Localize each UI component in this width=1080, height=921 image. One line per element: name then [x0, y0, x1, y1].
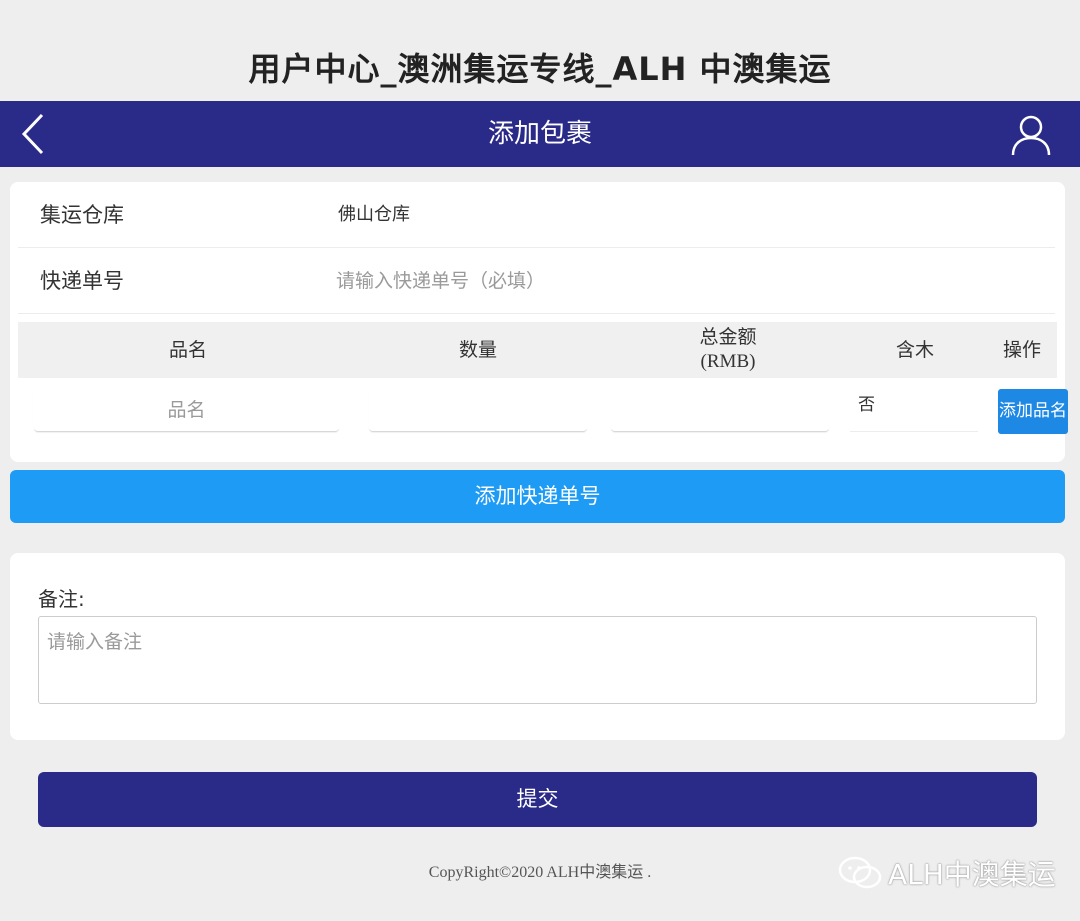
tracking-row: 快递单号	[18, 248, 1055, 314]
items-table-header: 品名 数量 总金额 (RMB) 含木 操作	[18, 322, 1057, 378]
header-quantity: 数量	[458, 338, 497, 361]
navbar: 添加包裹	[0, 101, 1080, 167]
item-total-input[interactable]	[611, 388, 829, 432]
add-tracking-button[interactable]: 添加快递单号	[10, 470, 1065, 523]
warehouse-value[interactable]: 佛山仓库	[338, 182, 410, 248]
header-total: 总金额 (RMB)	[620, 322, 836, 378]
items-table-row: 否 添加品名	[18, 382, 1068, 442]
watermark: ALH中澳集运	[838, 853, 1078, 893]
back-chevron-icon[interactable]	[18, 111, 58, 157]
package-form-card: 集运仓库 佛山仓库 快递单号 品名 数量 总金额 (RMB) 含木 操作 否 添…	[10, 182, 1068, 462]
warehouse-row: 集运仓库 佛山仓库	[18, 182, 1055, 248]
wood-select[interactable]: 否	[850, 388, 978, 432]
header-action: 操作	[1002, 338, 1041, 361]
page-title: 用户中心_澳洲集运专线_ALH 中澳集运	[248, 50, 832, 88]
add-item-button[interactable]: 添加品名	[998, 389, 1068, 434]
remark-textarea[interactable]	[38, 616, 1037, 704]
header-name: 品名	[168, 338, 207, 361]
header-total-label: 总金额	[699, 326, 757, 349]
remark-label: 备注:	[38, 587, 85, 611]
item-name-input[interactable]	[34, 388, 339, 432]
submit-button[interactable]: 提交	[38, 772, 1037, 827]
remark-card: 备注:	[10, 553, 1065, 740]
header-total-unit: (RMB)	[700, 351, 756, 372]
warehouse-label: 集运仓库	[40, 203, 124, 227]
tracking-number-input[interactable]	[336, 261, 1036, 301]
watermark-text: ALH中澳集运	[888, 858, 1056, 891]
user-icon[interactable]	[1010, 113, 1052, 157]
header-wood: 含木	[895, 338, 934, 361]
wechat-icon	[838, 856, 882, 889]
nav-title: 添加包裹	[487, 119, 592, 149]
tracking-label: 快递单号	[40, 269, 124, 293]
item-quantity-input[interactable]	[369, 388, 587, 432]
